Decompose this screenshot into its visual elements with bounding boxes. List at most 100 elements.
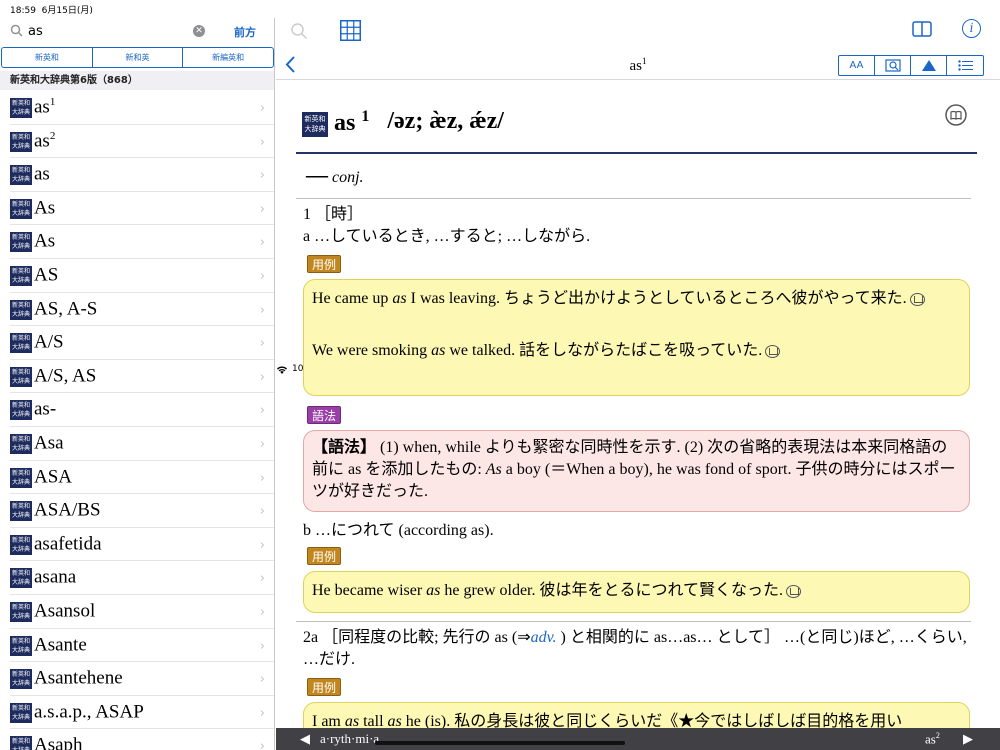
chevron-right-icon: › <box>259 571 265 587</box>
list-item[interactable]: 新英和大辞典 as1 › <box>10 91 274 125</box>
pronunciation: /əz; æ̀z, ǽz/ <box>387 108 504 134</box>
list-item[interactable]: 新英和大辞典Asaph › <box>10 729 274 750</box>
list-item[interactable]: 新英和大辞典 ASA › <box>10 461 274 495</box>
example-tag: 用例 <box>307 678 342 696</box>
dictionary-badge: 新英和大辞典 <box>10 198 32 219</box>
usage-tag: 語法 <box>307 406 342 424</box>
segment-shin-eiwa[interactable]: 新英和 <box>2 48 93 67</box>
dictionary-badge: 新英和大辞典 <box>10 568 32 589</box>
list-item[interactable]: 新英和大辞典 as- › <box>10 393 274 427</box>
list-item-word: as1 <box>34 96 56 118</box>
audio-icon[interactable] <box>786 584 802 598</box>
list-item[interactable]: 新英和大辞典 A/S, AS › <box>10 360 274 394</box>
list-icon[interactable] <box>947 56 983 75</box>
info-icon[interactable]: i <box>962 19 981 38</box>
dictionary-badge: 新英和大辞典 <box>10 366 32 387</box>
audio-icon[interactable] <box>765 344 781 358</box>
list-item-word: asafetida <box>34 533 102 555</box>
dictionary-badge: 新英和大辞典 <box>10 736 32 750</box>
app-root: 18:59 6月15日(月) 100% as ✕ 前方 新英和 新和英 新編英和… <box>0 0 1000 750</box>
prev-entry-link[interactable]: a·ryth·mi·a <box>320 731 379 747</box>
next-arrow-icon[interactable]: ▶ <box>963 731 973 747</box>
dictionary-badge: 新英和大辞典 <box>10 534 32 555</box>
prev-arrow-icon[interactable]: ◀ <box>300 731 310 747</box>
dictionary-badge: 新英和大辞典 <box>10 165 32 186</box>
result-list: 新英和大辞典 as1 › 新英和大辞典 as2 › 新英和大辞典 as › 新英和大辞典 As › 新英… <box>0 91 274 750</box>
next-entry-link[interactable]: as2 <box>925 731 940 747</box>
example-tag: 用例 <box>307 255 342 273</box>
list-item[interactable]: 新英和大辞典 Asante › <box>10 629 274 663</box>
list-item[interactable]: 新英和大辞典 asafetida › <box>10 528 274 562</box>
cross-reference-link[interactable]: adv. <box>531 629 557 646</box>
search-mode-button[interactable]: 前方 <box>234 24 256 40</box>
example-box: He became wiser as he grew older. 彼は年をとる… <box>303 571 970 613</box>
jump-up-icon[interactable] <box>911 56 947 75</box>
segment-shin-waei[interactable]: 新和英 <box>93 48 184 67</box>
list-item-word: asana <box>34 566 77 588</box>
list-item[interactable]: 新英和大辞典 A/S › <box>10 326 274 360</box>
list-item[interactable]: 新英和大辞典 as › <box>10 158 274 192</box>
book-icon[interactable] <box>912 21 932 37</box>
chevron-right-icon: › <box>259 403 265 419</box>
example-tag: 用例 <box>307 547 342 565</box>
top-toolbar: i <box>276 18 1000 48</box>
chevron-right-icon: › <box>259 369 265 385</box>
example-box: He came up as I was leaving. ちょうど出かけようとし… <box>303 279 970 396</box>
list-item-word: Asa <box>34 432 64 454</box>
list-item-word: as- <box>34 398 57 420</box>
list-item[interactable]: 新英和大辞典 asana › <box>10 561 274 595</box>
list-item[interactable]: 新英和大辞典 As › <box>10 225 274 259</box>
dictionary-section-header: 新英和大辞典第6版（868） <box>0 71 274 90</box>
list-item[interactable]: 新英和大辞典 Asa › <box>10 427 274 461</box>
list-item[interactable]: 新英和大辞典 Asantehene › <box>10 662 274 696</box>
font-size-icon[interactable]: AA <box>839 56 875 75</box>
dictionary-badge: 新英和大辞典 <box>10 333 32 354</box>
example-4: I am as tall as he (is). 私の身長は彼と同じくらいだ《★… <box>312 713 903 730</box>
list-item[interactable]: 新英和大辞典 AS › <box>10 259 274 293</box>
search-input[interactable]: as <box>28 24 43 39</box>
headword-divider <box>296 152 977 154</box>
home-indicator[interactable] <box>375 741 625 745</box>
dictionary-badge: 新英和大辞典 <box>10 601 32 622</box>
dictionary-badge: 新英和大辞典 <box>10 265 32 286</box>
dictionary-badge: 新英和大辞典 <box>10 467 32 488</box>
list-item-word: as2 <box>34 129 56 151</box>
list-item-word: as <box>34 163 50 185</box>
clear-icon[interactable]: ✕ <box>193 25 205 37</box>
sense-1b: b …につれて (according as). <box>303 522 494 539</box>
chevron-right-icon: › <box>259 705 265 721</box>
divider <box>296 198 971 199</box>
image-search-icon[interactable] <box>875 56 911 75</box>
list-item[interactable]: 新英和大辞典 a.s.a.p., ASAP › <box>10 696 274 730</box>
sidebar: as ✕ 前方 新英和 新和英 新編英和 新英和大辞典第6版（868） 新英和大… <box>0 18 275 750</box>
example-box: I am as tall as he (is). 私の身長は彼と同じくらいだ《★… <box>303 702 970 730</box>
list-item[interactable]: 新英和大辞典 Asansol › <box>10 595 274 629</box>
list-item[interactable]: 新英和大辞典 as2 › <box>10 125 274 159</box>
list-item[interactable]: 新英和大辞典 As › <box>10 192 274 226</box>
chevron-right-icon: › <box>259 436 265 452</box>
chevron-right-icon: › <box>259 739 265 750</box>
status-time: 18:59 6月15日(月) <box>10 6 93 16</box>
chevron-right-icon: › <box>259 168 265 184</box>
list-item-word: ASA/BS <box>34 499 101 521</box>
chevron-right-icon: › <box>259 101 265 116</box>
chevron-right-icon: › <box>259 672 265 688</box>
dictionary-badge: 新英和大辞典 <box>302 112 328 137</box>
nav-bar: as1 AA <box>276 50 1000 80</box>
search-bar: as ✕ 前方 <box>0 18 274 46</box>
dictionary-badge: 新英和大辞典 <box>10 131 32 152</box>
dictionary-badge: 新英和大辞典 <box>10 299 32 320</box>
speaker-icon[interactable] <box>945 104 967 126</box>
dictionary-badge: 新英和大辞典 <box>10 232 32 253</box>
segment-shinpen-eiwa[interactable]: 新編英和 <box>183 48 273 67</box>
grid-icon[interactable] <box>340 20 361 41</box>
usage-box: 【語法】 (1) when, while よりも緊密な同時性を示す. (2) 次… <box>303 430 970 512</box>
headword-text: as 1 <box>334 108 370 136</box>
list-item[interactable]: 新英和大辞典 ASA/BS › <box>10 494 274 528</box>
search-icon[interactable] <box>290 22 308 40</box>
list-item-word: Asaph <box>34 734 83 750</box>
chevron-right-icon: › <box>259 235 265 251</box>
list-item[interactable]: 新英和大辞典 AS, A-S › <box>10 293 274 327</box>
audio-icon[interactable] <box>909 292 925 306</box>
entry-pager: ◀ a·ryth·mi·a as2 ▶ <box>276 728 1000 750</box>
